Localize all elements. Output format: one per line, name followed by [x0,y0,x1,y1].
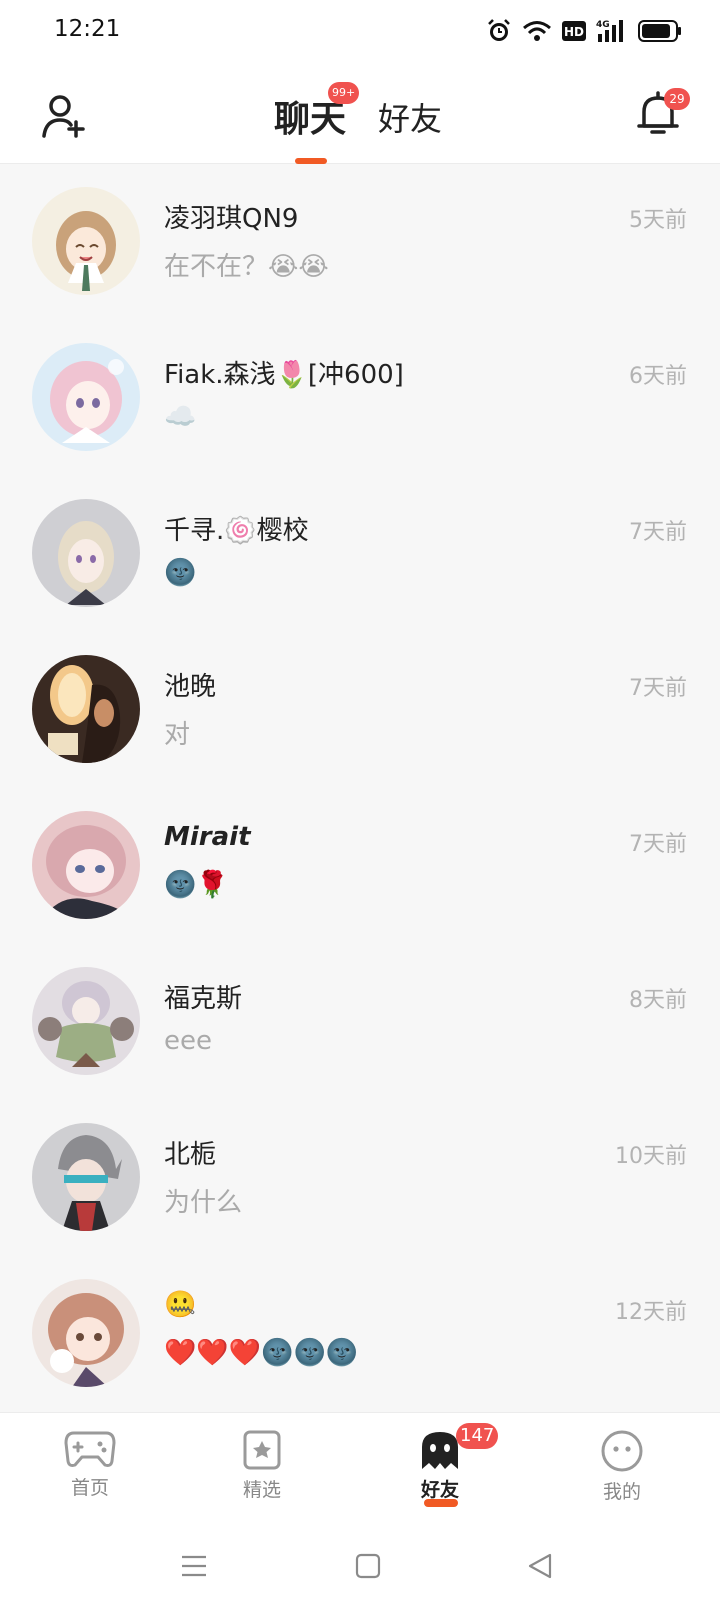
avatar[interactable] [32,1279,140,1387]
contact-name: 千寻.🍥樱校 [164,516,309,546]
gamepad-icon [40,1429,140,1469]
message-time: 8天前 [629,988,687,1013]
avatar[interactable] [32,499,140,607]
home-square-icon[interactable] [354,1552,382,1584]
face-icon [572,1429,672,1473]
message-preview: 为什么 [164,1188,243,1218]
message-preview: ☁️ [164,402,197,432]
battery-icon [638,20,682,42]
message-preview: eee [164,1026,212,1056]
friends-nav-badge: 147 [456,1423,499,1449]
contact-name: 北栀 [164,1140,217,1170]
nav-item-featured[interactable]: 精选 [212,1429,312,1502]
chat-row[interactable]: 🤐 ❤️❤️❤️🌚🌚🌚 12天前 [0,1256,720,1412]
menu-icon[interactable] [180,1552,208,1584]
avatar[interactable] [32,343,140,451]
message-time: 5天前 [629,208,687,233]
message-preview: 🌚 [164,558,197,588]
contact-name: 🤐 [164,1290,197,1320]
star-frame-icon [212,1429,312,1471]
chat-row[interactable]: Mirait 🌚🌹 7天前 [0,788,720,944]
message-time: 7天前 [629,832,687,857]
contact-name: Fiak.森浅🌷[冲600] [164,360,404,390]
message-time: 6天前 [629,364,687,389]
nav-label: 首页 [70,1477,109,1499]
nav-item-home[interactable]: 首页 [40,1429,140,1500]
avatar[interactable] [32,1123,140,1231]
notification-badge: 29 [664,88,690,110]
message-time: 7天前 [629,676,687,701]
message-preview: 对 [164,720,191,750]
message-preview: ❤️❤️❤️🌚🌚🌚 [164,1338,359,1368]
svg-text:HD: HD [564,25,584,39]
svg-text:4G: 4G [596,20,610,30]
chat-row[interactable]: 福克斯 eee 8天前 [0,944,720,1100]
alarm-icon [486,18,512,44]
nav-label: 精选 [242,1479,281,1501]
bottom-nav: 首页 精选 好友 147 我的 [0,1412,720,1528]
avatar[interactable] [32,655,140,763]
chat-row[interactable]: 北栀 为什么 10天前 [0,1100,720,1256]
nav-label: 好友 [420,1479,459,1501]
contact-name: 福克斯 [164,984,243,1014]
chat-list: 凌羽琪QN9 在不在？😭😭 5天前 Fiak.森浅🌷[冲600] ☁️ 6天前 … [0,164,720,1412]
avatar[interactable] [32,187,140,295]
avatar[interactable] [32,811,140,919]
status-bar: 12:21 HD 4G [0,0,720,66]
hd-icon: HD [562,21,586,41]
contact-name: 凌羽琪QN9 [164,204,299,234]
tab-friends[interactable]: 好友 [378,94,442,140]
system-nav-bar [0,1528,720,1612]
status-icons: HD 4G [486,18,682,44]
contact-name: 池晚 [164,672,217,702]
status-time: 12:21 [54,16,121,42]
contact-name: Mirait [164,822,251,852]
chat-row[interactable]: 千寻.🍥樱校 🌚 7天前 [0,476,720,632]
chat-row[interactable]: Fiak.森浅🌷[冲600] ☁️ 6天前 [0,320,720,476]
message-time: 7天前 [629,520,687,545]
message-time: 10天前 [615,1144,687,1169]
message-preview: 在不在？😭😭 [164,252,329,282]
add-friend-icon[interactable] [40,92,88,140]
nav-item-me[interactable]: 我的 [572,1429,672,1504]
chat-row[interactable]: 凌羽琪QN9 在不在？😭😭 5天前 [0,164,720,320]
chat-tab-badge: 99+ [328,82,360,104]
message-time: 12天前 [615,1300,687,1325]
app-header: 聊天 99+ 好友 29 [0,66,720,164]
message-preview: 🌚🌹 [164,870,229,900]
avatar[interactable] [32,967,140,1075]
signal-4g-icon: 4G [596,18,628,44]
active-nav-indicator [424,1499,458,1507]
wifi-icon [522,19,552,43]
chat-row[interactable]: 池晚 对 7天前 [0,632,720,788]
back-triangle-icon[interactable] [526,1552,554,1584]
nav-label: 我的 [602,1481,641,1503]
